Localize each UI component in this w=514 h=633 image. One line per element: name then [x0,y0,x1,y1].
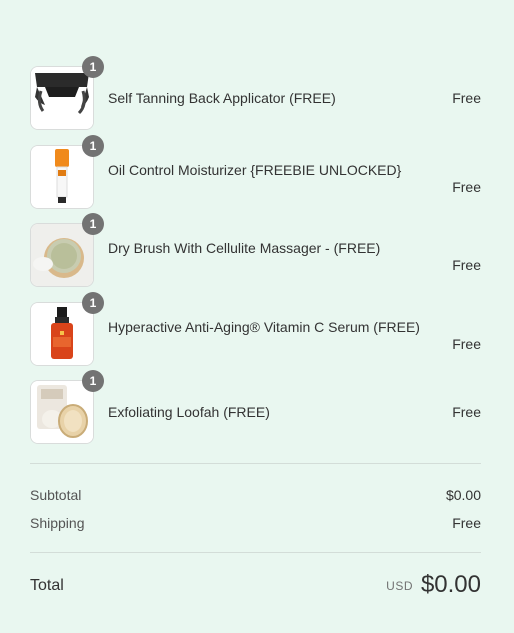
quantity-badge: 1 [82,291,104,314]
divider [30,552,481,553]
product-thumbnail: 1 [30,370,104,444]
total-row: Total USD $0.00 [30,570,481,602]
loofah-icon [31,381,93,443]
quantity-badge: 1 [82,370,104,392]
quantity-badge: 1 [82,213,104,235]
shipping-value: Free [452,515,481,531]
product-name: Dry Brush With Cellulite Massager - (FRE… [108,240,381,256]
serum-bottle-icon [31,302,93,365]
moisturizer-tube-icon [31,145,93,208]
product-thumbnail: 1 [30,56,104,130]
back-applicator-icon [31,67,93,129]
product-price: Free [452,257,481,273]
subtotal-label: Subtotal [30,487,82,503]
product-price: Free [452,335,481,352]
line-item: 1 Oil Control Moisturizer {FREEBIE UNLOC… [30,134,481,209]
product-price: Free [452,404,481,420]
total-label: Total [30,577,64,594]
product-price: Free [452,90,481,106]
product-price: Free [452,178,481,195]
line-item: 1 Exfoliating Loofah (FREE) Free [30,370,481,444]
product-name: Exfoliating Loofah (FREE) [108,404,270,420]
total-amount: $0.00 [420,571,481,598]
dry-brush-icon [31,224,93,286]
product-thumbnail: 1 [30,291,104,366]
line-item: 1 Self Tanning Back Applicator (FREE) Fr… [30,56,481,130]
line-item: 1 Hyperactive Anti-Aging® Vitamin C Seru… [30,291,481,366]
product-name: Oil Control Moisturizer {FREEBIE UNLOCKE… [108,161,402,178]
currency-code: USD [386,579,413,593]
subtotal-value: $0.00 [445,487,481,503]
product-thumbnail: 1 [30,134,104,209]
quantity-badge: 1 [82,56,104,78]
divider [30,463,481,464]
shipping-label: Shipping [30,515,85,531]
quantity-badge: 1 [82,134,104,157]
product-name: Self Tanning Back Applicator (FREE) [108,90,336,106]
product-thumbnail: 1 [30,213,104,287]
product-name: Hyperactive Anti-Aging® Vitamin C Serum … [108,318,420,335]
line-item: 1 Dry Brush With Cellulite Massager - (F… [30,213,481,287]
order-summary: 1 Self Tanning Back Applicator (FREE) Fr… [30,56,481,459]
